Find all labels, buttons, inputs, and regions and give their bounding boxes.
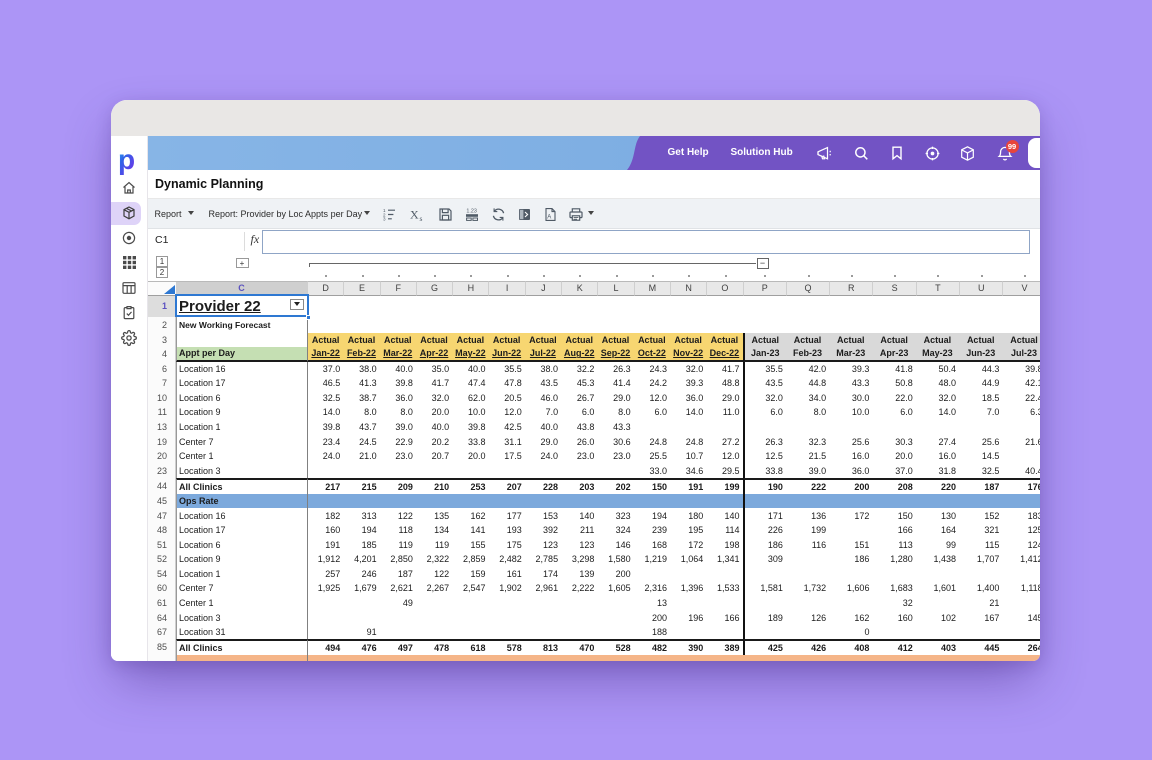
svg-text:3: 3 bbox=[383, 217, 386, 222]
svg-text:X: X bbox=[410, 208, 419, 222]
svg-text:s: s bbox=[419, 214, 422, 222]
svg-text:p: p bbox=[118, 146, 135, 175]
svg-text:1.23: 1.23 bbox=[466, 209, 477, 215]
svg-text:A: A bbox=[547, 214, 551, 220]
